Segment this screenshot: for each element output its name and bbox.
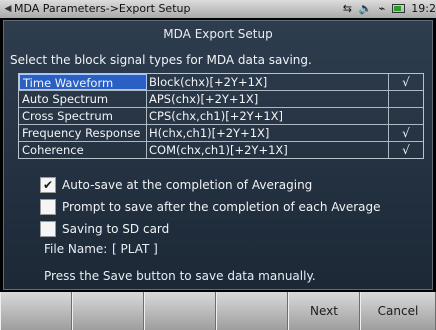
- signal-row-auto-spectrum[interactable]: Auto Spectrum APS(chx)[+2Y+1X]: [19, 91, 423, 108]
- signal-format: Block(chx)[+2Y+1X]: [147, 74, 389, 90]
- signal-format: H(chx,ch1)[+2Y+1X]: [147, 125, 389, 141]
- checkbox-checked-icon[interactable]: ✔: [40, 177, 56, 193]
- option-label: Saving to SD card: [62, 222, 170, 236]
- softkey-3[interactable]: [144, 292, 216, 330]
- signal-name: Coherence: [19, 142, 147, 158]
- signal-format: COM(chx,ch1)[+2Y+1X]: [147, 142, 389, 158]
- file-name-field[interactable]: [ PLAT ]: [112, 242, 158, 256]
- status-icons: ⇆ 🔈 ⌁ 19:2: [340, 0, 436, 18]
- signal-name: Time Waveform: [19, 74, 147, 90]
- back-arrow-icon[interactable]: ◀: [2, 0, 14, 18]
- signal-name: Auto Spectrum: [19, 91, 147, 107]
- instruction-text: Select the block signal types for MDA da…: [10, 53, 312, 67]
- checkbox-unchecked-icon[interactable]: [40, 199, 56, 215]
- option-label: Prompt to save after the completion of e…: [62, 200, 381, 214]
- signal-name: Cross Spectrum: [19, 108, 147, 124]
- softkey-bar: Next Cancel: [0, 292, 436, 330]
- save-hint-text: Press the Save button to save data manua…: [44, 269, 316, 283]
- check-mark-icon[interactable]: √: [389, 74, 423, 90]
- signal-name: Frequency Response: [19, 125, 147, 141]
- cancel-button[interactable]: Cancel: [360, 292, 436, 330]
- device-screen: ◀ MDA Parameters->Export Setup ⇆ 🔈 ⌁ 19:…: [0, 0, 436, 330]
- check-cell[interactable]: [389, 108, 423, 124]
- signal-row-frequency-response[interactable]: Frequency Response H(chx,ch1)[+2Y+1X] √: [19, 125, 423, 142]
- next-button[interactable]: Next: [288, 292, 360, 330]
- export-setup-panel: MDA Export Setup Select the block signal…: [3, 20, 433, 290]
- checkbox-unchecked-icon[interactable]: [40, 221, 56, 237]
- signal-row-coherence[interactable]: Coherence COM(chx,ch1)[+2Y+1X] √: [19, 142, 423, 159]
- option-label: Auto-save at the completion of Averaging: [62, 178, 313, 192]
- signal-row-time-waveform[interactable]: Time Waveform Block(chx)[+2Y+1X] √: [19, 74, 423, 91]
- breadcrumb: MDA Parameters->Export Setup: [14, 2, 191, 15]
- check-cell[interactable]: [389, 91, 423, 107]
- signal-format: CPS(chx,ch1)[+2Y+1X]: [147, 108, 389, 124]
- check-mark-icon[interactable]: √: [389, 125, 423, 141]
- signal-format: APS(chx)[+2Y+1X]: [147, 91, 389, 107]
- file-name-label: File Name:: [44, 242, 108, 256]
- signal-row-cross-spectrum[interactable]: Cross Spectrum CPS(chx,ch1)[+2Y+1X]: [19, 108, 423, 125]
- usb-icon: ⌁: [378, 2, 386, 15]
- softkey-1[interactable]: [0, 292, 72, 330]
- check-mark-icon[interactable]: √: [389, 142, 423, 158]
- clock: 19:2: [411, 2, 436, 15]
- status-bar: ◀ MDA Parameters->Export Setup ⇆ 🔈 ⌁ 19:…: [0, 0, 436, 18]
- signal-type-table: Time Waveform Block(chx)[+2Y+1X] √ Auto …: [18, 73, 424, 159]
- softkey-2[interactable]: [72, 292, 144, 330]
- battery-icon: [391, 4, 405, 13]
- softkey-4[interactable]: [216, 292, 288, 330]
- network-icon: ⇆: [342, 2, 352, 15]
- dialog-title: MDA Export Setup: [163, 27, 273, 41]
- speaker-icon: 🔈: [358, 2, 373, 15]
